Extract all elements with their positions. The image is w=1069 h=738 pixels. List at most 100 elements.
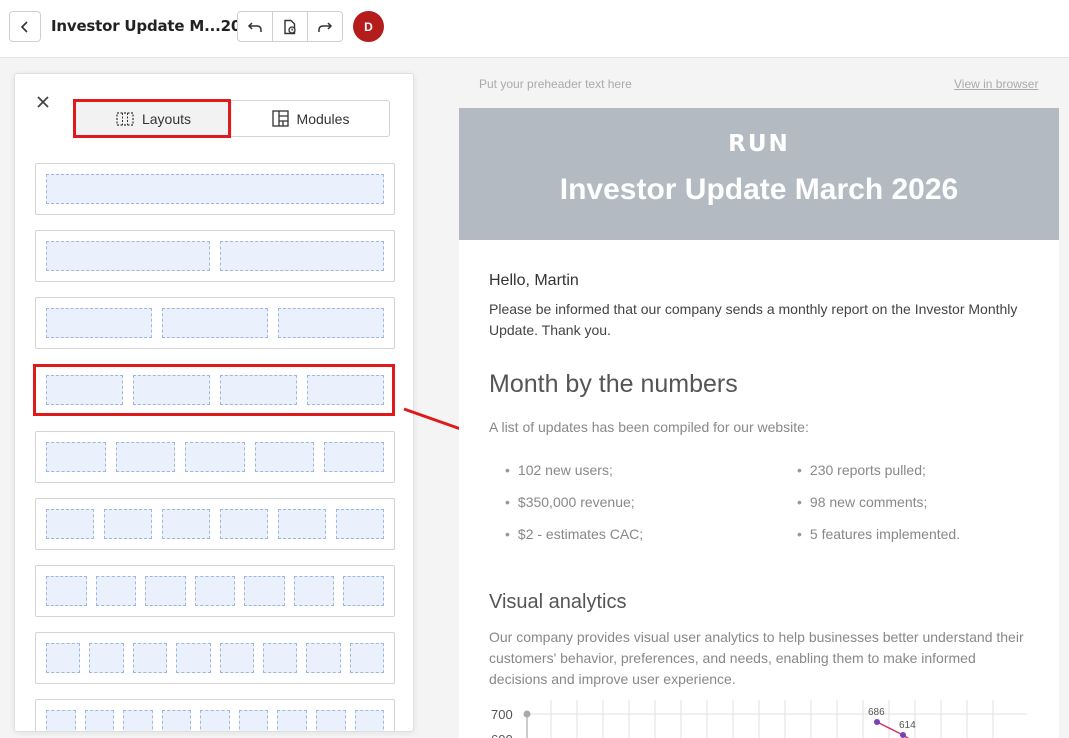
layout-cell [254, 442, 315, 472]
layout-cell [46, 174, 384, 204]
analytics-paragraph[interactable]: Our company provides visual user analyti… [489, 627, 1034, 690]
tab-modules-label: Modules [296, 110, 350, 127]
layout-cell [220, 241, 384, 271]
layout-option-4-col[interactable] [35, 364, 395, 416]
chart-point [523, 710, 531, 718]
layout-cell [162, 308, 268, 338]
modules-icon [271, 110, 289, 127]
layout-cell [46, 509, 94, 539]
layout-cell [104, 509, 152, 539]
layout-cell [349, 643, 384, 673]
layout-cell [185, 442, 245, 472]
layout-cell [315, 710, 346, 731]
undo-icon [247, 21, 262, 32]
tab-layouts-label: Layouts [141, 110, 192, 127]
layout-cell [354, 710, 385, 731]
layout-cell [46, 643, 81, 673]
document-clock-icon [284, 19, 296, 34]
chart-point [874, 719, 880, 725]
layout-cell [84, 710, 115, 731]
layout-cell [336, 509, 384, 539]
layout-cell [176, 643, 211, 673]
redo-icon [318, 21, 333, 32]
layout-cell [46, 710, 76, 731]
layout-option-7-col[interactable] [35, 565, 395, 617]
layout-cell [46, 241, 210, 271]
layout-option-6-col[interactable] [35, 498, 395, 550]
layout-option-9-col[interactable] [35, 699, 395, 731]
layout-cell [200, 710, 230, 731]
undo-button[interactable] [238, 12, 273, 41]
user-avatar[interactable]: D [353, 11, 384, 42]
version-history-button[interactable] [273, 12, 308, 41]
email-canvas: RUN Investor Update March 2026 Hello, Ma… [459, 108, 1059, 738]
layout-cell [162, 509, 210, 539]
numbers-subtitle[interactable]: A list of updates has been compiled for … [489, 417, 809, 438]
list-item[interactable]: 98 new comments; [797, 494, 960, 526]
layout-cell [161, 710, 192, 731]
view-in-browser-link[interactable]: View in browser [954, 77, 1038, 91]
tab-modules[interactable]: Modules [232, 101, 389, 136]
layout-cell [306, 643, 341, 673]
layout-cell [343, 576, 385, 606]
layout-cell [278, 509, 326, 539]
list-item[interactable]: $350,000 revenue; [505, 494, 643, 526]
preheader-text[interactable]: Put your preheader text here [479, 77, 632, 91]
layout-cell [194, 576, 236, 606]
data-label: 686 [868, 707, 885, 718]
layout-cell [277, 710, 307, 731]
y-tick-label: 600 [491, 732, 513, 738]
layout-option-5-col[interactable] [35, 431, 395, 483]
bullets-left: 102 new users; $350,000 revenue; $2 - es… [505, 462, 643, 558]
y-tick-label: 700 [491, 707, 513, 722]
list-item[interactable]: 102 new users; [505, 462, 643, 494]
chevron-left-icon [20, 20, 28, 33]
back-button[interactable] [9, 11, 41, 42]
layout-cell [132, 643, 168, 673]
layout-option-8-col[interactable] [35, 632, 395, 684]
layout-cell [89, 643, 124, 673]
layout-cell [46, 576, 87, 606]
redo-button[interactable] [308, 12, 342, 41]
history-controls [237, 11, 343, 42]
list-item[interactable]: $2 - estimates CAC; [505, 526, 643, 558]
layout-grid-icon [116, 111, 134, 126]
analytics-heading[interactable]: Visual analytics [489, 591, 626, 614]
greeting-text[interactable]: Hello, Martin [489, 272, 579, 290]
layout-cell [46, 442, 106, 472]
email-hero[interactable]: RUN Investor Update March 2026 [459, 108, 1059, 240]
brand-logo: RUN [728, 131, 790, 157]
layout-cell [220, 375, 297, 405]
layout-cell [46, 308, 152, 338]
layout-cell [278, 308, 384, 338]
layout-option-3-col[interactable] [35, 297, 395, 349]
list-item[interactable]: 230 reports pulled; [797, 462, 960, 494]
hero-title: Investor Update March 2026 [559, 173, 959, 206]
list-item[interactable]: 5 features implemented. [797, 526, 960, 558]
layout-cell [95, 576, 137, 606]
layout-cell [115, 442, 176, 472]
layout-cell [324, 442, 384, 472]
document-title[interactable]: Investor Update M...2026 [51, 17, 262, 35]
panel-tabs: Layouts Modules [74, 100, 390, 137]
layout-cell [220, 509, 268, 539]
analytics-chart[interactable]: 700 600 686 614 592 591 [479, 700, 1039, 738]
layout-cell [262, 643, 298, 673]
layout-cell [238, 710, 269, 731]
intro-paragraph[interactable]: Please be informed that our company send… [489, 299, 1034, 341]
layout-cell [293, 576, 335, 606]
layout-cell [244, 576, 285, 606]
top-toolbar: Investor Update M...2026 D [0, 0, 1069, 58]
layout-cell [133, 375, 210, 405]
layout-option-2-col[interactable] [35, 230, 395, 282]
layout-cell [307, 375, 384, 405]
numbers-heading[interactable]: Month by the numbers [489, 370, 738, 399]
tab-layouts[interactable]: Layouts [75, 101, 232, 136]
data-label: 614 [899, 720, 916, 731]
close-icon [37, 96, 49, 108]
layout-option-1-col[interactable] [35, 163, 395, 215]
layout-cell [123, 710, 153, 731]
chart-point [900, 732, 906, 738]
close-panel-button[interactable] [35, 94, 51, 110]
bullets-right: 230 reports pulled; 98 new comments; 5 f… [797, 462, 960, 558]
